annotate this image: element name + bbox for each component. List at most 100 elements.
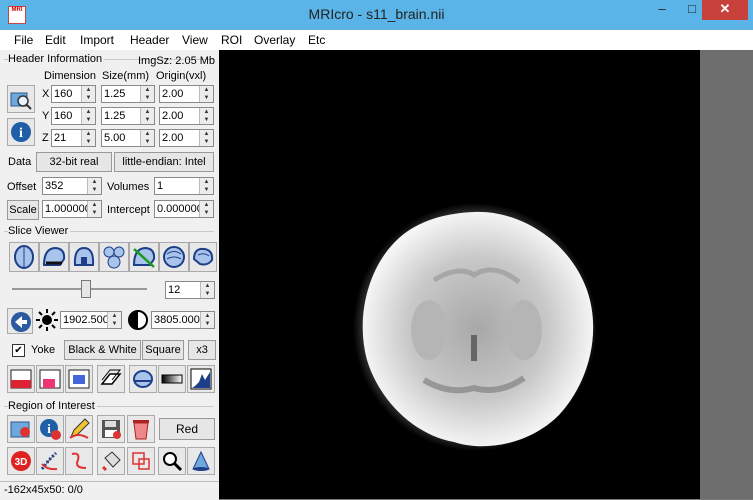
z-size-spinner[interactable]: 5.00 ▲ ▼ (101, 129, 155, 147)
z-dimension-spinner[interactable]: 21 ▲ ▼ (51, 129, 96, 147)
header-info-button[interactable]: i (7, 118, 35, 146)
roi-fill-button[interactable] (97, 447, 125, 475)
spinner-arrows-icon[interactable]: ▲ ▼ (87, 201, 101, 217)
slice-spinner[interactable]: 12 ▲ ▼ (165, 281, 215, 299)
spinner-arrows-icon[interactable]: ▲ ▼ (107, 312, 121, 328)
previous-button[interactable] (7, 308, 33, 334)
menu-header[interactable]: Header (130, 33, 169, 47)
menu-etc[interactable]: Etc (308, 33, 325, 47)
brain-render-icon (163, 246, 185, 268)
x-size-spinner[interactable]: 1.25 ▲ ▼ (101, 85, 155, 103)
coronal-view-button[interactable] (69, 242, 99, 272)
spinner-arrows-icon[interactable]: ▲ ▼ (81, 108, 95, 124)
axis-z-label: Z (42, 132, 49, 144)
spinner-arrows-icon[interactable]: ▲ ▼ (200, 312, 214, 328)
svg-text:i: i (19, 126, 23, 141)
roi-pen-button[interactable] (65, 415, 93, 443)
slider-thumb[interactable] (81, 280, 91, 298)
view-overlay-3-button[interactable] (65, 365, 93, 393)
spinner-arrows-icon[interactable]: ▲ ▼ (199, 108, 213, 124)
3d-badge-icon: 3D (11, 451, 31, 471)
menu-overlay[interactable]: Overlay (254, 33, 295, 47)
scale-button[interactable]: Scale (7, 200, 39, 220)
histogram-button[interactable] (187, 365, 215, 393)
x-dimension-spinner[interactable]: 160 ▲ ▼ (51, 85, 96, 103)
roi-clear-button[interactable] (127, 415, 155, 443)
square-button[interactable]: Square (142, 340, 184, 360)
minimize-icon[interactable]: – (648, 0, 676, 20)
multislice-view-button[interactable] (99, 242, 129, 272)
oblique-view-button[interactable] (129, 242, 159, 272)
intercept-spinner[interactable]: 0.000000 ▲ ▼ (154, 200, 214, 218)
axis-x-label: X (42, 88, 50, 100)
view-overlay-2-button[interactable] (36, 365, 64, 393)
roi-info-button[interactable]: i (36, 415, 64, 443)
scale-spinner[interactable]: 1.000000 ▲ ▼ (42, 200, 102, 218)
zoom-button[interactable]: x3 (188, 340, 216, 360)
colormap-button[interactable]: Black & White (64, 340, 141, 360)
y-origin-spinner[interactable]: 2.00 ▲ ▼ (159, 107, 214, 125)
title-bar[interactable]: MRI MRIcro - s11_brain.nii – □ ✕ (0, 0, 753, 30)
brain-axial-icon (14, 245, 34, 269)
offset-spinner[interactable]: 352 ▲ ▼ (42, 177, 102, 195)
z-origin-spinner[interactable]: 2.00 ▲ ▼ (159, 129, 214, 147)
spinner-arrows-icon[interactable]: ▲ ▼ (199, 130, 213, 146)
roi-save-button[interactable] (97, 415, 125, 443)
slices-stack-icon (100, 369, 122, 385)
roi-3d-button[interactable]: 3D (7, 447, 35, 475)
y-size-spinner[interactable]: 1.25 ▲ ▼ (101, 107, 155, 125)
spinner-arrows-icon[interactable]: ▲ ▼ (81, 130, 95, 146)
spinner-arrows-icon[interactable]: ▲ ▼ (81, 86, 95, 102)
x-size-value: 1.25 (104, 88, 126, 100)
spinner-arrows-icon[interactable]: ▲ ▼ (140, 130, 154, 146)
spinner-arrows-icon[interactable]: ▲ ▼ (87, 178, 101, 194)
x-origin-spinner[interactable]: 2.00 ▲ ▼ (159, 85, 214, 103)
open-header-button[interactable] (7, 85, 35, 113)
slice-slider[interactable] (12, 280, 147, 298)
sagittal-view-button[interactable] (39, 242, 69, 272)
spinner-arrows-icon[interactable]: ▲ ▼ (140, 86, 154, 102)
slider-track (12, 288, 147, 290)
roi-color-button[interactable]: Red (159, 418, 215, 440)
brightness-spinner[interactable]: 1902.500 ▲ ▼ (60, 311, 122, 329)
view-overlay-1-button[interactable] (7, 365, 35, 393)
intercept-label: Intercept (107, 204, 150, 216)
endian-button[interactable]: little-endian: Intel (114, 152, 214, 172)
brain-midline (471, 335, 477, 361)
zoom-tool-button[interactable] (158, 447, 186, 475)
brain-scan-image[interactable] (219, 50, 700, 499)
menu-import[interactable]: Import (80, 33, 114, 47)
spinner-arrows-icon[interactable]: ▲ ▼ (140, 108, 154, 124)
window-red-icon (10, 369, 32, 389)
montage-button[interactable] (97, 365, 125, 393)
image-view[interactable] (219, 50, 700, 499)
menu-edit[interactable]: Edit (45, 33, 66, 47)
axial-view-button[interactable] (9, 242, 39, 272)
spinner-arrows-icon[interactable]: ▲ ▼ (200, 282, 214, 298)
menu-view[interactable]: View (182, 33, 208, 47)
y-dimension-spinner[interactable]: 160 ▲ ▼ (51, 107, 96, 125)
roi-freehand-button[interactable] (65, 447, 93, 475)
menu-roi[interactable]: ROI (221, 33, 242, 47)
magnifier-icon (163, 452, 183, 472)
data-type-button[interactable]: 32-bit real (36, 152, 112, 172)
roi-dotted-pen-button[interactable] (36, 447, 64, 475)
close-icon[interactable]: ✕ (702, 0, 748, 20)
spinner-arrows-icon[interactable]: ▲ ▼ (199, 201, 213, 217)
colorbar-button[interactable] (158, 365, 186, 393)
cone-tool-button[interactable] (187, 447, 215, 475)
render-view-button[interactable] (159, 242, 189, 272)
brain-coronal-icon (73, 246, 95, 266)
contrast-spinner[interactable]: 3805.000 ▲ ▼ (151, 311, 215, 329)
lateral-render-button[interactable] (189, 242, 217, 272)
roi-open-button[interactable] (7, 415, 35, 443)
roi-erase-button[interactable] (127, 447, 155, 475)
yoke-checkbox[interactable]: ✔ (12, 344, 25, 357)
spinner-arrows-icon[interactable]: ▲ ▼ (199, 178, 213, 194)
menu-file[interactable]: File (14, 33, 33, 47)
volumes-spinner[interactable]: 1 ▲ ▼ (154, 177, 214, 195)
y-size-value: 1.25 (104, 110, 126, 122)
spinner-arrows-icon[interactable]: ▲ ▼ (199, 86, 213, 102)
render-3d-button[interactable] (129, 365, 157, 393)
volumes-label: Volumes (107, 181, 150, 193)
